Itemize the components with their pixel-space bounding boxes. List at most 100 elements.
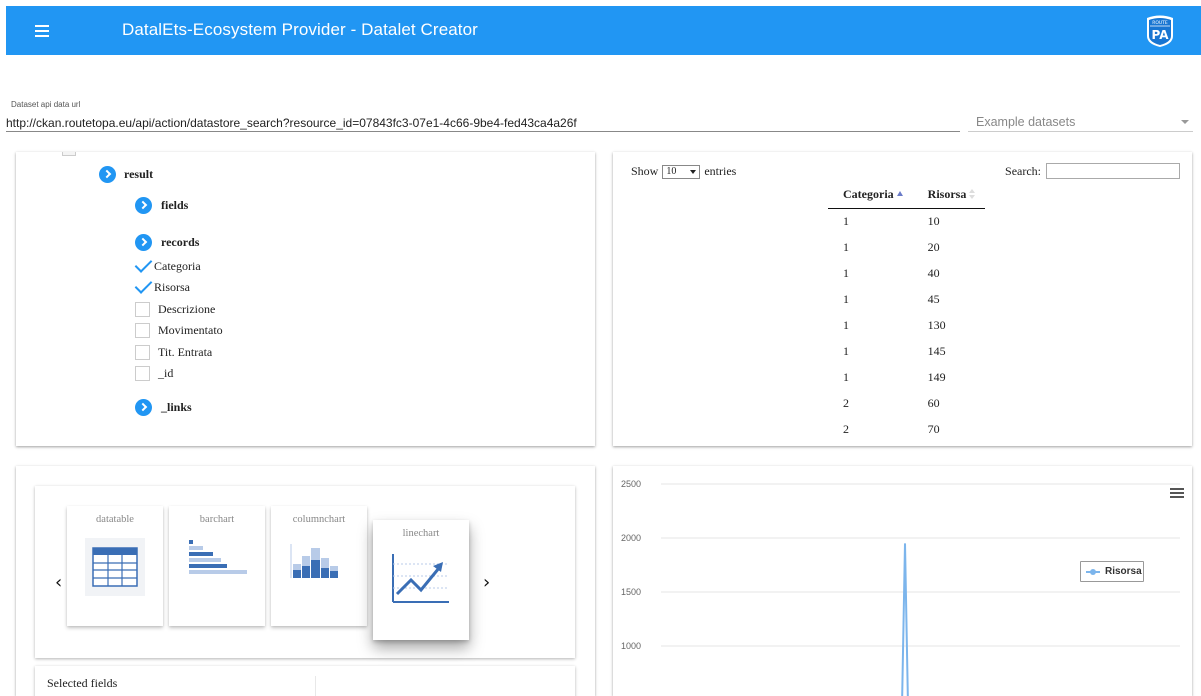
field-label: _id <box>158 366 174 380</box>
tree-node-links[interactable]: _links <box>135 399 192 416</box>
field-label: Risorsa <box>154 280 190 294</box>
tree-stub <box>62 152 76 156</box>
legend-swatch <box>1086 568 1100 575</box>
example-datasets-dropdown[interactable]: Example datasets <box>968 114 1193 132</box>
dataset-url-input[interactable] <box>6 114 960 132</box>
dropdown-arrow-icon <box>690 169 697 174</box>
table-row: 1 45 <box>828 286 985 312</box>
table-cell: 2 <box>843 421 849 436</box>
expand-arrow-icon <box>135 399 152 416</box>
entries-value: 10 <box>666 166 677 177</box>
checkbox[interactable] <box>135 323 150 338</box>
field-movimentato[interactable]: Movimentato <box>135 323 223 338</box>
svg-text:PA: PA <box>1152 28 1170 42</box>
field-descrizione[interactable]: Descrizione <box>135 302 215 317</box>
chart-legend-item[interactable]: Risorsa <box>1080 561 1144 582</box>
y-tick-label: 1000 <box>621 641 641 651</box>
search-input[interactable] <box>1046 163 1180 179</box>
tree-node-result[interactable]: result <box>99 166 153 183</box>
table-cell: 45 <box>927 291 940 306</box>
entries-select[interactable]: 10 <box>662 164 701 179</box>
carousel-prev-icon[interactable]: ‹ <box>55 572 62 593</box>
datalet-carousel: ‹ datatable barchart columnchart linecha… <box>35 486 575 658</box>
datalet-linechart[interactable]: linechart <box>373 520 469 640</box>
datalet-columnchart[interactable]: columnchart <box>271 506 367 626</box>
table-cell: 130 <box>927 317 946 332</box>
legend-label: Risorsa <box>1105 566 1142 577</box>
y-tick-label: 2500 <box>621 479 641 489</box>
table-row: 1 40 <box>828 260 985 286</box>
route-pa-logo: ROUTE PA <box>1147 15 1173 47</box>
app-header: DatalEts-Ecosystem Provider - Datalet Cr… <box>6 6 1201 55</box>
table-cell: 20 <box>927 239 940 254</box>
column-header-label: Categoria <box>843 187 894 202</box>
linechart-icon <box>389 550 453 610</box>
checkbox[interactable] <box>135 366 150 381</box>
entries-label: entries <box>704 164 737 178</box>
url-field-label: Dataset api data url <box>11 100 81 109</box>
checkbox[interactable] <box>135 345 150 360</box>
table-cell: 1 <box>843 369 849 384</box>
series-line-risorsa[interactable] <box>901 543 909 696</box>
table-cell: 70 <box>927 421 940 436</box>
table-header-row: Categoria Risorsa <box>828 182 986 209</box>
svg-text:ROUTE: ROUTE <box>1152 20 1168 26</box>
table-row: 1 130 <box>828 312 985 338</box>
y-tick-label: 2000 <box>621 533 641 543</box>
table-cell: 1 <box>843 291 849 306</box>
tree-node-records[interactable]: records <box>135 234 199 251</box>
table-row: 2 60 <box>828 390 985 416</box>
field-label: Movimentato <box>158 323 223 337</box>
entries-control: Show 10 entries <box>631 164 736 179</box>
field-id[interactable]: _id <box>135 366 173 381</box>
chart-context-menu-icon[interactable] <box>1170 488 1184 500</box>
hamburger-menu-icon[interactable] <box>32 22 52 40</box>
selected-fields-panel: Selected fields <box>35 666 575 696</box>
app-title: DatalEts-Ecosystem Provider - Datalet Cr… <box>122 20 478 39</box>
tree-node-label: result <box>124 167 154 181</box>
data-table-panel: Show 10 entries Search: Categoria Risors… <box>613 152 1192 446</box>
expand-arrow-icon <box>135 234 152 251</box>
field-label: Tit. Entrata <box>158 345 213 359</box>
datalet-datatable[interactable]: datatable <box>67 506 163 626</box>
table-search: Search: <box>1005 163 1180 179</box>
data-table: Categoria Risorsa 1 10 1 20 1 40 1 45 1 130 1… <box>828 182 986 442</box>
dropdown-arrow-icon <box>1181 120 1189 124</box>
datalet-name: columnchart <box>292 514 346 525</box>
datalet-barchart[interactable]: barchart <box>169 506 265 626</box>
field-label: Descrizione <box>158 302 216 316</box>
table-row: 1 145 <box>828 338 985 364</box>
column-header-categoria[interactable]: Categoria <box>828 182 913 209</box>
datatable-icon <box>85 538 145 596</box>
tree-node-fields[interactable]: fields <box>135 197 188 214</box>
sort-asc-icon <box>896 191 903 197</box>
table-cell: 149 <box>927 369 946 384</box>
checkmark-icon[interactable] <box>135 259 150 274</box>
field-tit-entrata[interactable]: Tit. Entrata <box>135 345 212 360</box>
chart-preview-panel: 2500 2000 1500 1000 Risorsa <box>613 466 1192 696</box>
checkbox[interactable] <box>135 302 150 317</box>
tree-node-label: _links <box>161 400 192 414</box>
barchart-icon <box>187 538 249 596</box>
table-row: 1 149 <box>828 364 985 390</box>
table-cell: 60 <box>927 395 940 410</box>
datalet-selector-panel: ‹ datatable barchart columnchart linecha… <box>16 466 595 696</box>
datalet-name: linechart <box>402 528 440 539</box>
column-header-risorsa[interactable]: Risorsa <box>912 182 986 209</box>
datalet-name: barchart <box>199 514 235 525</box>
search-label: Search: <box>1005 163 1041 178</box>
checkmark-icon[interactable] <box>135 280 150 295</box>
expand-arrow-icon <box>99 166 116 183</box>
field-risorsa[interactable]: Risorsa <box>135 280 190 295</box>
table-cell: 40 <box>927 265 940 280</box>
show-label: Show <box>631 164 659 178</box>
table-cell: 1 <box>843 343 849 358</box>
table-cell: 1 <box>843 213 849 228</box>
table-cell: 10 <box>927 213 940 228</box>
sort-icon <box>969 189 976 200</box>
table-row: 1 20 <box>828 234 985 260</box>
table-cell: 2 <box>843 395 849 410</box>
carousel-next-icon[interactable]: › <box>483 572 490 593</box>
tree-node-label: records <box>161 235 200 249</box>
field-categoria[interactable]: Categoria <box>135 259 201 274</box>
